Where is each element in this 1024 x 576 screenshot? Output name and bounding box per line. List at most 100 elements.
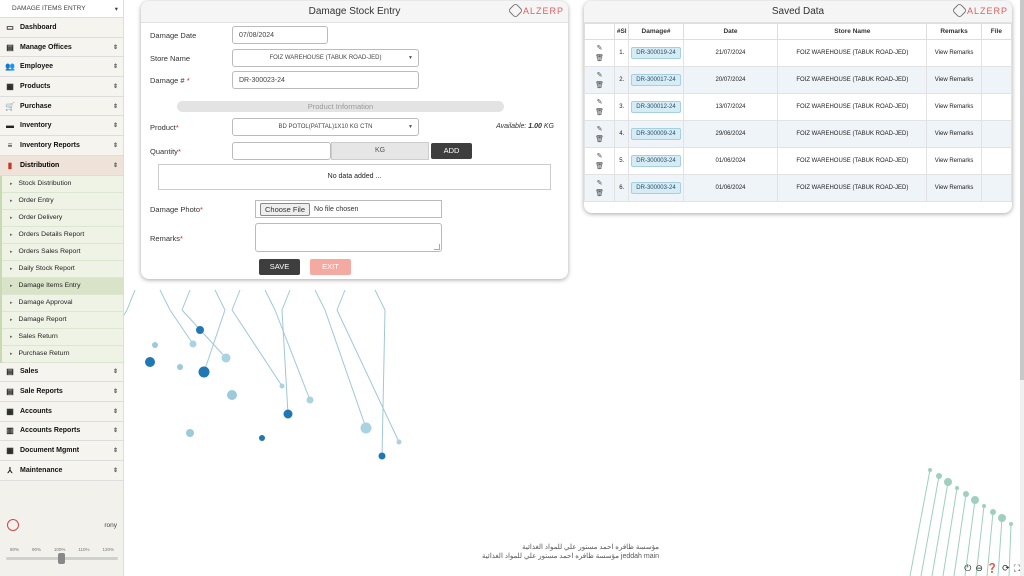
- employee-icon: 👥: [5, 62, 15, 72]
- view-remarks-link[interactable]: View Remarks: [926, 39, 982, 67]
- damage-number-button[interactable]: DR-300003-24: [631, 155, 681, 167]
- save-button[interactable]: SAVE: [259, 259, 300, 275]
- zoom-level-label: 120%: [102, 547, 114, 552]
- store-name-select[interactable]: FOIZ WAREHOUSE (TABUK ROAD-JED) ▼: [232, 49, 419, 67]
- column-header: Store Name: [777, 23, 928, 40]
- column-header: #Sl: [614, 23, 630, 40]
- trash-icon[interactable]: 🗑: [595, 162, 604, 170]
- trash-icon[interactable]: 🗑: [595, 54, 604, 62]
- trash-icon[interactable]: 🗑: [595, 81, 604, 89]
- quantity-label: Quantity*: [150, 147, 181, 156]
- damage-no-input[interactable]: DR-300023-24: [232, 71, 419, 89]
- damage-number-button[interactable]: DR-300003-24: [631, 182, 681, 194]
- view-remarks-link[interactable]: View Remarks: [926, 120, 982, 148]
- user-name[interactable]: rony: [104, 522, 117, 529]
- sidebar-item-purchase[interactable]: 🛒 Purchase ⇕: [0, 96, 123, 117]
- help-icon[interactable]: ❓: [987, 563, 998, 574]
- submenu-item[interactable]: ▸ Sales Return: [2, 329, 123, 346]
- sidebar-item-label: Employee: [20, 63, 54, 71]
- sidebar: DAMAGE ITEMS ENTRY ▾ ▭ Dashboard ▤ Manage O…: [0, 0, 124, 576]
- quantity-input[interactable]: [232, 142, 331, 160]
- sidebar-item-document-mgmnt[interactable]: ▦ Document Mgmnt ⇕: [0, 441, 123, 461]
- minus-circle-icon[interactable]: ⊖: [975, 563, 983, 574]
- sidebar-item-label: Dashboard: [20, 23, 57, 31]
- trash-icon[interactable]: 🗑: [595, 189, 604, 197]
- sidebar-item-dashboard[interactable]: ▭ Dashboard: [0, 18, 123, 38]
- damage-number-button[interactable]: DR-300019-24: [631, 47, 681, 59]
- submenu-item[interactable]: ▸ Damage Items Entry: [2, 277, 123, 295]
- damage-date: 01/06/2024: [682, 174, 779, 202]
- file-cell: [980, 120, 1012, 148]
- submenu-item[interactable]: ▸ Orders Sales Report: [2, 244, 123, 261]
- damage-date: 01/06/2024: [682, 147, 779, 175]
- damage-date: 21/07/2024: [682, 39, 779, 67]
- submenu-item[interactable]: ▸ Damage Report: [2, 312, 123, 329]
- choose-file-button[interactable]: Choose File: [260, 202, 311, 216]
- edit-icon[interactable]: ✎: [597, 152, 603, 160]
- submenu-item[interactable]: ▸ Damage Approval: [2, 295, 123, 312]
- remarks-textarea[interactable]: [255, 223, 442, 252]
- sidebar-item-accounts-reports[interactable]: ▥ Accounts Reports ⇕: [0, 421, 123, 442]
- submenu-item[interactable]: ▸ Stock Distribution: [2, 176, 123, 193]
- submenu-item[interactable]: ▸ Orders Details Report: [2, 227, 123, 244]
- damage-photo-label: Damage Photo*: [150, 205, 203, 214]
- view-remarks-link[interactable]: View Remarks: [926, 174, 982, 202]
- power-icon[interactable]: ⏻: [964, 563, 971, 574]
- logo-icon: [951, 2, 968, 19]
- edit-icon[interactable]: ✎: [597, 98, 603, 106]
- sidebar-item-inventory-reports[interactable]: ≡ Inventory Reports ⇕: [0, 136, 123, 156]
- page-select[interactable]: DAMAGE ITEMS ENTRY ▾: [0, 0, 123, 18]
- damage-date-label: Damage Date: [150, 31, 197, 40]
- edit-icon[interactable]: ✎: [597, 125, 603, 133]
- zoom-level-label: 90%: [31, 547, 41, 552]
- column-header: Date: [682, 23, 779, 40]
- submenu-item[interactable]: ▸ Order Entry: [2, 193, 123, 210]
- sidebar-item-sale-reports[interactable]: ▤ Sale Reports ⇕: [0, 382, 123, 402]
- sidebar-item-sales[interactable]: ▤ Sales ⇕: [0, 362, 123, 383]
- add-button[interactable]: ADD: [431, 143, 472, 159]
- view-remarks-link[interactable]: View Remarks: [926, 93, 982, 121]
- caret-right-icon: ▸: [10, 282, 13, 289]
- tray-icons: ⏻ ⊖ ❓ ⟳ ⛶: [964, 563, 1020, 574]
- store-name: FOIZ WAREHOUSE (TABUK ROAD-JED): [777, 93, 928, 121]
- damage-number-button[interactable]: DR-300009-24: [631, 128, 681, 140]
- table-row: ✎ 🗑 5. DR-300003-24 01/06/2024 FOIZ WAREHOUSE…: [584, 147, 1012, 175]
- product-information-bar: Product Information: [177, 101, 504, 112]
- edit-icon[interactable]: ✎: [597, 179, 603, 187]
- exit-button[interactable]: EXIT: [310, 259, 351, 275]
- row-number: 3.: [614, 93, 630, 121]
- damage-number-button[interactable]: DR-300012-24: [631, 101, 681, 113]
- view-remarks-link[interactable]: View Remarks: [926, 66, 982, 94]
- trash-icon[interactable]: 🗑: [595, 108, 604, 116]
- damage-date-input[interactable]: 07/08/2024: [232, 26, 328, 44]
- sidebar-item-employee[interactable]: 👥 Employee ⇕: [0, 57, 123, 78]
- submenu-item[interactable]: ▸ Daily Stock Report: [2, 261, 123, 278]
- sidebar-item-label: Purchase: [20, 102, 52, 110]
- edit-icon[interactable]: ✎: [597, 71, 603, 79]
- product-select[interactable]: BD POTOL(PATTAL)1X10 KG CTN ▼: [232, 118, 419, 136]
- maintenance-icon: ⅄: [7, 465, 13, 475]
- expand-icon: ⇕: [112, 369, 118, 376]
- view-remarks-link[interactable]: View Remarks: [926, 147, 982, 175]
- saved-data-panel: Saved Data ALZERP #Sl Damage# Date Store Na…: [584, 1, 1012, 213]
- trash-icon[interactable]: 🗑: [595, 135, 604, 143]
- submenu-item[interactable]: ▸ Order Delivery: [2, 210, 123, 227]
- expand-icon: ⇕: [112, 428, 118, 435]
- sidebar-item-products[interactable]: ▦ Products ⇕: [0, 77, 123, 97]
- damage-number-button[interactable]: DR-300017-24: [631, 74, 681, 86]
- zoom-slider-thumb[interactable]: [58, 553, 65, 564]
- edit-icon[interactable]: ✎: [597, 44, 603, 52]
- sidebar-item-maintenance[interactable]: ⅄ Maintenance ⇕: [0, 460, 123, 481]
- table-row: ✎ 🗑 4. DR-300009-24 29/06/2024 FOIZ WAREHOUSE…: [584, 120, 1012, 148]
- table-row: ✎ 🗑 1. DR-300019-24 21/07/2024 FOIZ WAREHOUSE…: [584, 39, 1012, 67]
- page-scrollbar[interactable]: [1020, 0, 1024, 576]
- refresh-icon[interactable]: ⟳: [1002, 563, 1010, 574]
- damage-photo-input[interactable]: Choose File No file chosen: [255, 200, 442, 218]
- sidebar-footer: rony 80% 90% 100% 110% 120%: [0, 515, 123, 564]
- sidebar-item-inventory[interactable]: ▬ Inventory ⇕: [0, 116, 123, 137]
- sidebar-item-distribution[interactable]: ▮ Distribution ⇕: [0, 155, 123, 176]
- submenu-item[interactable]: ▸ Purchase Return: [2, 346, 123, 363]
- sidebar-item-manage-offices[interactable]: ▤ Manage Offices ⇕: [0, 37, 123, 58]
- zoom-slider[interactable]: [6, 553, 118, 564]
- sidebar-item-accounts[interactable]: ▦ Accounts ⇕: [0, 401, 123, 422]
